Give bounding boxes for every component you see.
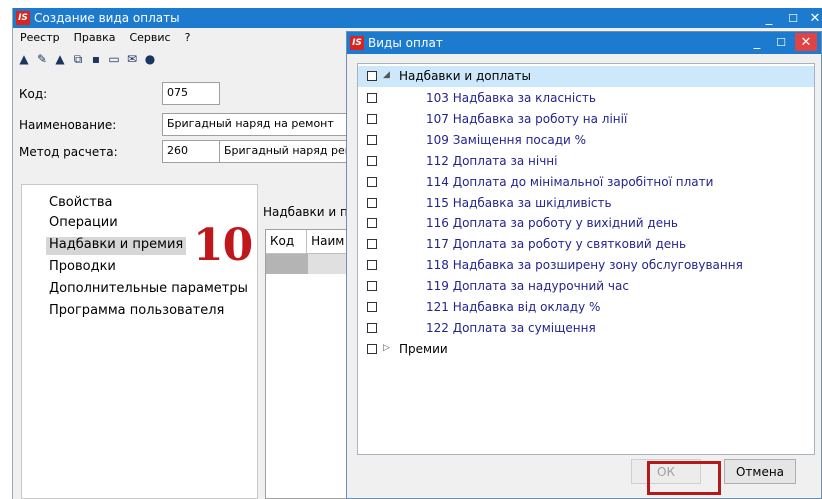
grid-cell[interactable]: [266, 254, 308, 274]
tree-item-label: 114 Доплата до мінімальної заробітної пл…: [426, 174, 714, 189]
tree-item-label: 103 Надбавка за класність: [426, 91, 596, 105]
grid-row[interactable]: [266, 254, 354, 274]
main-titlebar[interactable]: IS Создание вида оплаты _ ☐ ✕: [13, 8, 822, 28]
section-user-program[interactable]: Программа пользователя: [46, 303, 227, 321]
step-number-annotation: 10: [193, 220, 253, 271]
name-row: Наименование: Бригадный наряд на ремонт: [19, 113, 347, 136]
checkbox[interactable]: [367, 113, 377, 124]
mail-icon[interactable]: ✉: [125, 52, 139, 66]
tree-item[interactable]: 115 Надбавка за шкідливість: [358, 193, 814, 214]
tree-item-label: 119 Доплата за надурочний час: [426, 279, 629, 294]
method-code-field[interactable]: 260: [162, 140, 220, 163]
section-additional-params[interactable]: Дополнительные параметры: [46, 281, 251, 299]
grid-header-code[interactable]: Код: [266, 230, 308, 253]
method-label: Метод расчета:: [19, 144, 118, 159]
dialog-logo-icon: IS: [350, 36, 364, 50]
checkbox[interactable]: [367, 197, 377, 208]
tree-item-label: 115 Надбавка за шкідливість: [426, 195, 612, 210]
right-panel-label: Надбавки и п: [263, 205, 348, 219]
method-name-field[interactable]: Бригадный наряд рем: [220, 140, 347, 163]
code-row: Код: 075: [19, 82, 220, 105]
checkbox[interactable]: [367, 322, 377, 333]
section-operations[interactable]: Операции: [46, 215, 121, 233]
tree-item-label: 118 Надбавка за розширену зону обслугову…: [426, 258, 743, 273]
help-icon[interactable]: ●: [143, 52, 157, 66]
minimize-icon[interactable]: _: [756, 8, 782, 28]
dialog-maximize-icon[interactable]: ☐: [773, 33, 789, 51]
name-field[interactable]: Бригадный наряд на ремонт: [162, 113, 347, 136]
tree-root-bonuses[interactable]: ◢ Надбавки и доплаты: [358, 66, 814, 87]
tree-root-label: Надбавки и доплаты: [399, 69, 531, 83]
tree-item[interactable]: 109 Заміщення посади %: [358, 130, 814, 151]
dialog-close-icon[interactable]: ✕: [795, 33, 817, 51]
copy-icon[interactable]: ▲: [53, 52, 67, 66]
create-icon[interactable]: ▲: [17, 52, 31, 66]
menu-service[interactable]: Сервис: [122, 31, 177, 44]
ok-highlight-frame: [647, 461, 721, 495]
pay-types-dialog: IS Виды оплат _ ☐ ✕ ◢ Надбавки и доплаты…: [346, 31, 822, 499]
duplicate-icon[interactable]: ⧉: [71, 52, 85, 66]
dialog-minimize-icon[interactable]: _: [749, 33, 765, 51]
checkbox[interactable]: [367, 281, 377, 292]
checkbox[interactable]: [367, 344, 377, 354]
tree-item[interactable]: 119 Доплата за надурочний час: [358, 276, 814, 297]
section-properties[interactable]: Свойства: [46, 195, 116, 213]
save-icon[interactable]: ▪: [89, 52, 103, 66]
app-logo-icon: IS: [16, 11, 30, 25]
menu-registry[interactable]: Реестр: [13, 31, 67, 44]
tree-root-label: Премии: [399, 342, 448, 356]
tree-item-label: 122 Доплата за суміщення: [426, 320, 596, 335]
checkbox[interactable]: [367, 239, 377, 250]
tree-item[interactable]: 117 Доплата за роботу у святковий день: [358, 234, 814, 255]
name-label: Наименование:: [19, 117, 117, 132]
document-icon[interactable]: ▭: [107, 52, 121, 66]
tree-root-premiums[interactable]: ▷ Премии: [358, 339, 814, 360]
cancel-button[interactable]: Отмена: [724, 459, 796, 484]
code-label: Код:: [19, 86, 48, 101]
tree-item[interactable]: 112 Доплата за нічні: [358, 151, 814, 172]
tree-item[interactable]: 107 Надбавка за роботу на лінії: [358, 109, 814, 130]
tree-item-label: 107 Надбавка за роботу на лінії: [426, 111, 628, 126]
tree-item[interactable]: 121 Надбавка від окладу %: [358, 297, 814, 318]
tree-item-label: 116 Доплата за роботу у вихідний день: [426, 216, 678, 231]
section-bonuses[interactable]: Надбавки и премия: [46, 237, 187, 255]
menu-edit[interactable]: Правка: [67, 31, 123, 44]
checkbox[interactable]: [367, 134, 377, 145]
tree-item[interactable]: 114 Доплата до мінімальної заробітної пл…: [358, 172, 814, 193]
tree-item-label: 112 Доплата за нічні: [426, 153, 558, 168]
edit-icon[interactable]: ✎: [35, 52, 49, 66]
expand-down-icon[interactable]: ◢: [383, 70, 390, 80]
tree-item-label: 121 Надбавка від окладу %: [426, 300, 601, 314]
checkbox[interactable]: [367, 71, 377, 81]
toolbar: ▲ ✎ ▲ ⧉ ▪ ▭ ✉ ●: [17, 49, 157, 69]
code-field[interactable]: 075: [162, 82, 220, 105]
tree-item[interactable]: 118 Надбавка за розширену зону обслугову…: [358, 255, 814, 276]
checkbox[interactable]: [367, 218, 377, 229]
dialog-title: Виды оплат: [368, 36, 443, 50]
section-postings[interactable]: Проводки: [46, 259, 119, 277]
tree-item-label: 117 Доплата за роботу у святковий день: [426, 237, 687, 252]
close-icon[interactable]: ✕: [802, 8, 822, 28]
tree-item[interactable]: 122 Доплата за суміщення: [358, 318, 814, 339]
checkbox[interactable]: [367, 260, 377, 271]
tree-item[interactable]: 116 Доплата за роботу у вихідний день: [358, 213, 814, 234]
expand-right-icon[interactable]: ▷: [383, 343, 390, 353]
checkbox[interactable]: [367, 155, 377, 166]
main-window-title: Создание вида оплаты: [34, 11, 180, 25]
tree-item-label: 109 Заміщення посади %: [426, 132, 587, 147]
pay-types-tree: ◢ Надбавки и доплаты 103 Надбавка за кла…: [357, 63, 815, 455]
menu-help[interactable]: ?: [178, 31, 198, 44]
bonus-grid: Код Наим: [265, 229, 355, 499]
dialog-titlebar[interactable]: IS Виды оплат _ ☐ ✕: [347, 32, 821, 54]
checkbox[interactable]: [367, 93, 377, 103]
checkbox[interactable]: [367, 302, 377, 312]
checkbox[interactable]: [367, 176, 377, 187]
grid-header: Код Наим: [266, 230, 354, 254]
tree-item[interactable]: 103 Надбавка за класність: [358, 88, 814, 109]
method-row: Метод расчета: 260 Бригадный наряд рем: [19, 140, 347, 163]
